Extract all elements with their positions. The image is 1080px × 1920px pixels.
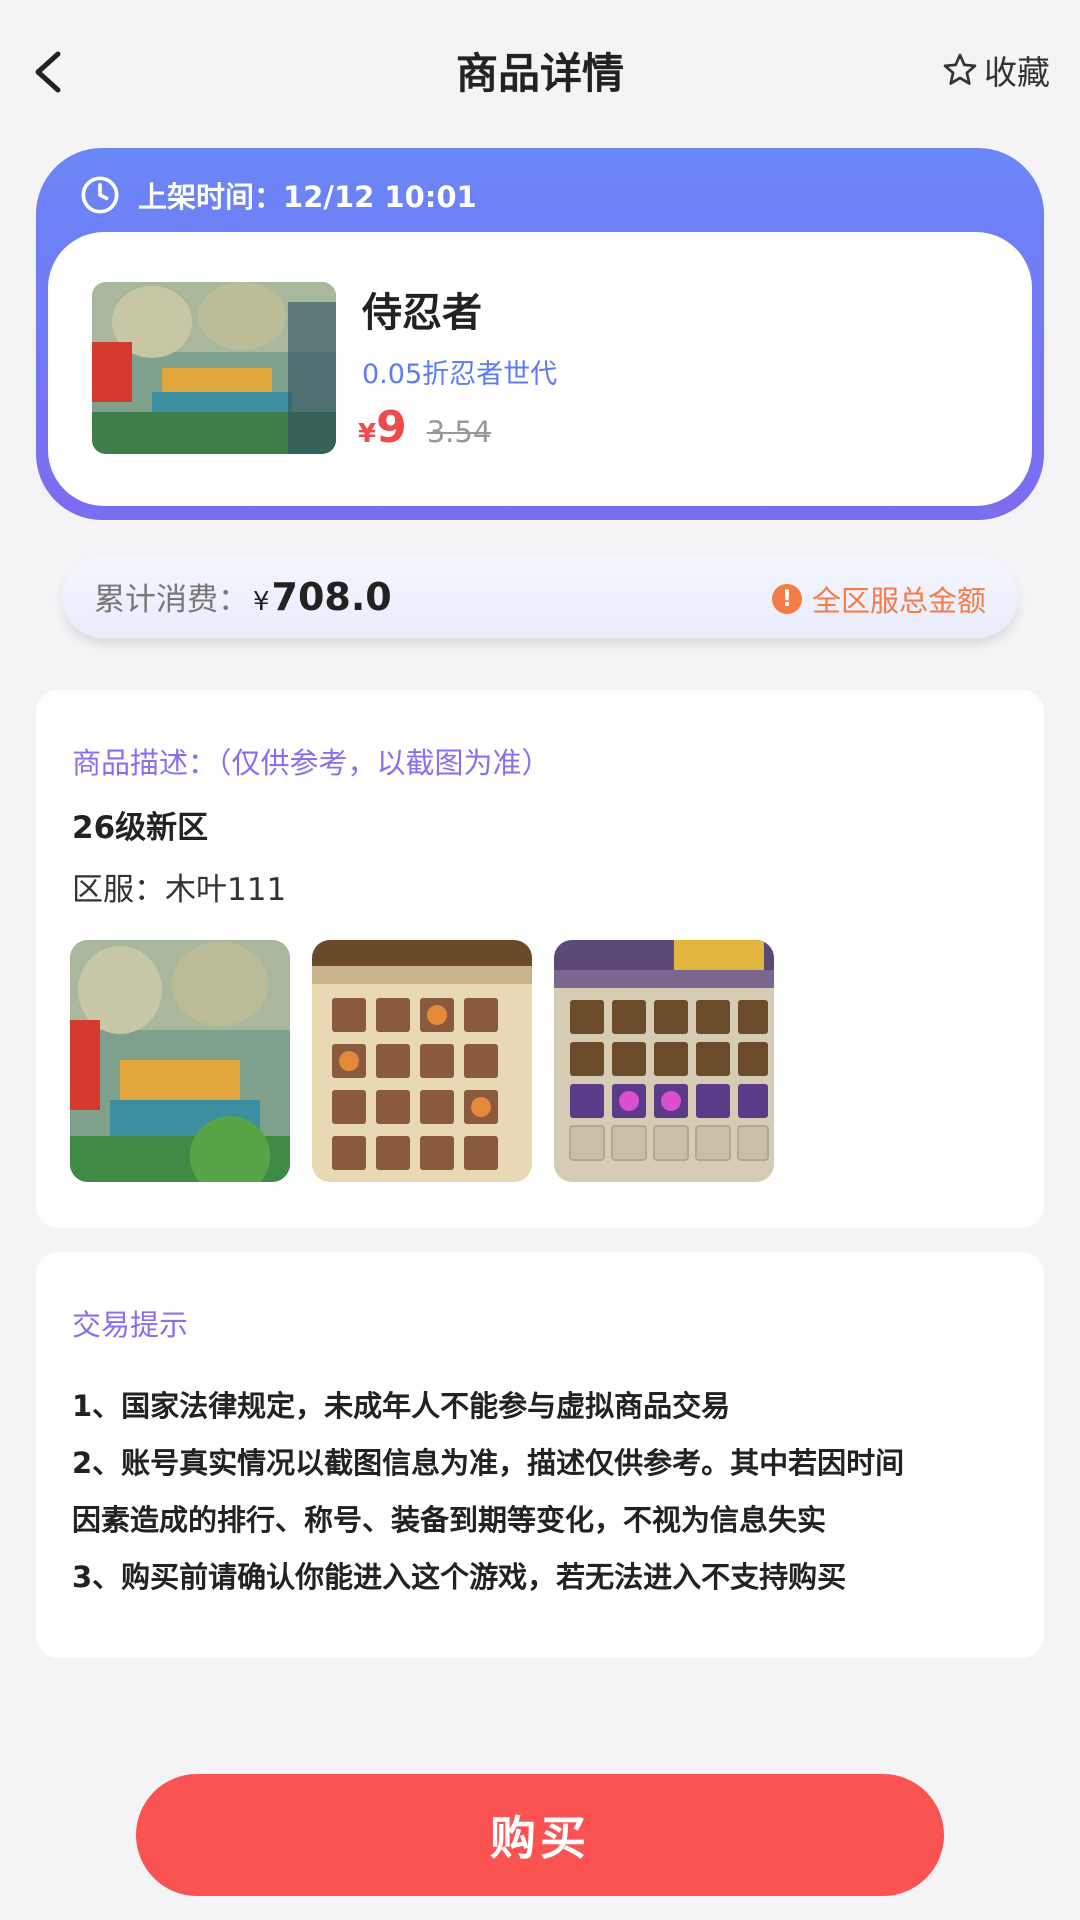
star-icon	[943, 53, 977, 85]
total-consumption-bar: 累计消费： ¥ 708.0 ! 全区服总金额	[62, 556, 1018, 638]
screenshot-gallery	[70, 940, 774, 1182]
total-label: 累计消费：	[94, 582, 249, 618]
tip-line: 1、国家法律规定，未成年人不能参与虚拟商品交易	[72, 1389, 731, 1423]
listing-time-text: 上架时间：12/12 10:01	[138, 180, 477, 214]
favorite-label: 收藏	[984, 53, 1050, 92]
total-symbol: ¥	[253, 587, 270, 617]
description-level: 26级新区	[72, 810, 209, 846]
screenshot-3[interactable]	[554, 940, 774, 1182]
description-card: 商品描述：（仅供参考，以截图为准） 26级新区 区服：木叶111	[36, 690, 1044, 1228]
favorite-button[interactable]: 收藏	[942, 46, 1050, 94]
trade-tips-list: 1、国家法律规定，未成年人不能参与虚拟商品交易 2、账号真实情况以截图信息为准，…	[72, 1378, 1012, 1606]
total-value: 708.0	[271, 575, 392, 619]
product-info[interactable]: 侍忍者 0.05折忍者世代 ¥9 3.54	[48, 232, 1032, 506]
product-card: 上架时间：12/12 10:01 侍忍者 0.05折忍者世代 ¥9 3.54	[36, 148, 1044, 520]
original-price: 3.54	[426, 415, 492, 449]
top-bar: 商品详情 收藏	[0, 0, 1080, 140]
tip-line: 因素造成的排行、称号、装备到期等变化，不视为信息失实	[72, 1503, 827, 1537]
price-row: ¥9 3.54	[358, 402, 491, 453]
total-consumption: 累计消费： ¥ 708.0	[94, 574, 392, 619]
current-price: ¥9	[358, 402, 407, 453]
description-server: 区服：木叶111	[72, 872, 287, 908]
total-note-text: 全区服总金额	[811, 584, 986, 618]
exclamation-icon: !	[771, 584, 802, 614]
listing-time: 上架时间：12/12 10:01	[80, 170, 477, 220]
buy-button[interactable]: 购买	[136, 1774, 944, 1896]
price-value: 9	[376, 402, 407, 453]
description-title: 商品描述：（仅供参考，以截图为准）	[72, 746, 551, 780]
trade-tips-card: 交易提示 1、国家法律规定，未成年人不能参与虚拟商品交易 2、账号真实情况以截图…	[36, 1252, 1044, 1658]
tip-line: 2、账号真实情况以截图信息为准，描述仅供参考。其中若因时间	[72, 1446, 905, 1480]
tip-line: 3、购买前请确认你能进入这个游戏，若无法进入不支持购买	[72, 1560, 847, 1594]
trade-tips-title: 交易提示	[72, 1308, 189, 1342]
product-name: 侍忍者	[362, 290, 482, 336]
page-title: 商品详情	[455, 49, 624, 98]
product-thumbnail[interactable]	[92, 282, 336, 454]
screenshot-2[interactable]	[312, 940, 532, 1182]
screenshot-1[interactable]	[70, 940, 290, 1182]
product-subtitle: 0.05折忍者世代	[362, 359, 558, 390]
total-note[interactable]: ! 全区服总金额	[771, 578, 986, 620]
clock-icon	[81, 176, 119, 214]
price-symbol: ¥	[358, 419, 377, 449]
